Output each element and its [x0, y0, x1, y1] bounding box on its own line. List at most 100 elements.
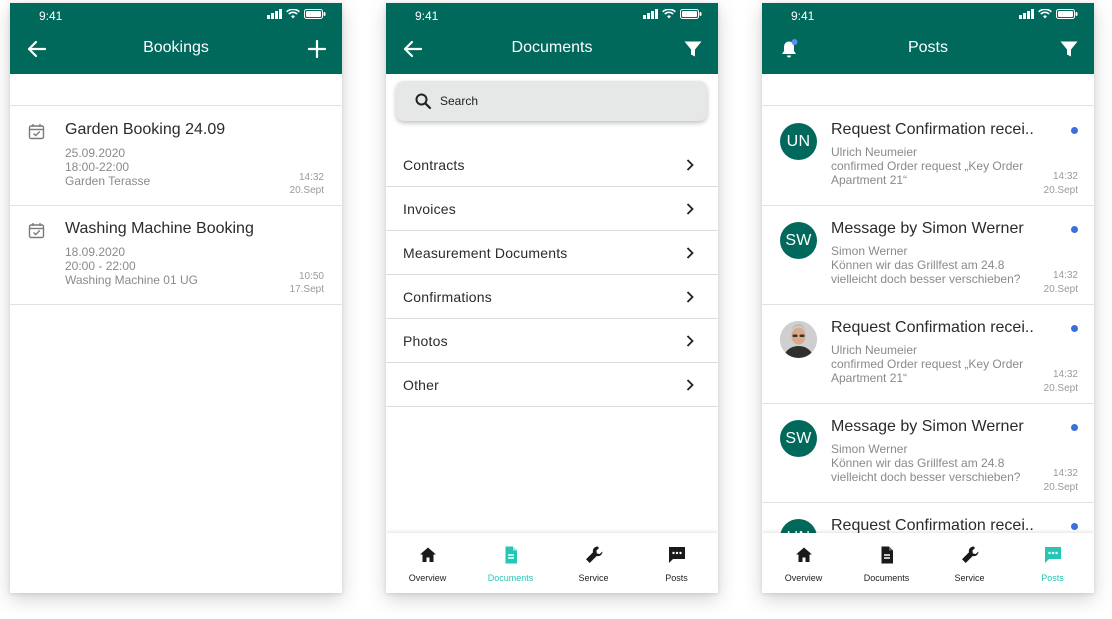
signal-icon: [267, 9, 282, 19]
doc-category-other[interactable]: Other: [386, 363, 718, 407]
filter-icon[interactable]: [682, 38, 704, 60]
booking-title: Garden Booking 24.09: [65, 121, 226, 138]
status-time: 9:41: [39, 9, 63, 23]
status-icons: [1019, 9, 1078, 19]
post-item[interactable]: UN Request Confirmation recei.. Ulrich N…: [762, 107, 1094, 206]
booking-timestamp-day: 17.Sept: [289, 284, 324, 295]
nav-service[interactable]: Service: [928, 533, 1011, 593]
post-title: Request Confirmation recei..: [831, 121, 1034, 138]
doc-category-label: Confirmations: [403, 289, 492, 305]
booking-item[interactable]: Garden Booking 24.09 25.09.2020 18:00-22…: [10, 107, 342, 206]
chevron-right-icon: [686, 247, 694, 259]
booking-timestamp-time: 14:32: [298, 172, 324, 183]
post-preview-line: confirmed Order request „Key Order: [831, 159, 1024, 173]
person-photo-icon: [780, 321, 817, 358]
avatar: UN: [780, 123, 817, 160]
document-icon: [505, 546, 517, 564]
chevron-right-icon: [686, 335, 694, 347]
nav-label: Posts: [1041, 573, 1064, 583]
posts-screen: 9:41 Posts UN Request Confirmation recei…: [762, 3, 1094, 593]
doc-category-invoices[interactable]: Invoices: [386, 187, 718, 231]
nav-label: Overview: [784, 573, 823, 583]
post-author: Simon Werner: [831, 244, 908, 258]
page-title: Documents: [511, 39, 593, 56]
nav-label: Service: [578, 573, 609, 583]
doc-category-confirmations[interactable]: Confirmations: [386, 275, 718, 319]
doc-category-label: Contracts: [403, 157, 465, 173]
nav-label: Overview: [408, 573, 447, 583]
doc-category-label: Measurement Documents: [403, 245, 568, 261]
wrench-icon: [961, 546, 979, 563]
app-header: 9:41 Documents: [386, 3, 718, 74]
wifi-icon: [1038, 9, 1052, 19]
booking-date: 18.09.2020: [65, 245, 126, 259]
filter-icon[interactable]: [1058, 38, 1080, 60]
nav-posts[interactable]: Posts: [635, 533, 718, 593]
wifi-icon: [662, 9, 676, 19]
battery-icon: [680, 9, 702, 19]
bottom-nav: Overview Documents Service Posts: [762, 533, 1094, 593]
unread-dot: [1071, 127, 1078, 134]
list-top-spacer: [762, 74, 1094, 106]
message-icon: [668, 547, 685, 563]
booking-timestamp-day: 20.Sept: [289, 185, 324, 196]
documents-screen: 9:41 Documents Search Contracts Invoices…: [386, 3, 718, 593]
signal-icon: [1019, 9, 1034, 19]
unread-dot: [1071, 226, 1078, 233]
unread-dot: [1071, 523, 1078, 530]
booking-item[interactable]: Washing Machine Booking 18.09.2020 20:00…: [10, 206, 342, 305]
doc-category-label: Invoices: [403, 201, 456, 217]
doc-category-label: Other: [403, 377, 440, 393]
chevron-right-icon: [686, 203, 694, 215]
post-author: Simon Werner: [831, 442, 908, 456]
avatar: SW: [780, 420, 817, 457]
page-title: Bookings: [143, 39, 209, 56]
post-item[interactable]: Request Confirmation recei.. Ulrich Neum…: [762, 305, 1094, 404]
signal-icon: [643, 9, 658, 19]
home-icon: [419, 547, 436, 562]
nav-posts[interactable]: Posts: [1011, 533, 1094, 593]
post-preview-line: vielleicht doch besser verschieben?: [831, 470, 1021, 484]
post-preview-line: vielleicht doch besser verschieben?: [831, 272, 1021, 286]
home-icon: [795, 547, 812, 562]
booking-title: Washing Machine Booking: [65, 220, 254, 237]
doc-category-contracts[interactable]: Contracts: [386, 143, 718, 187]
nav-overview[interactable]: Overview: [762, 533, 845, 593]
post-timestamp-time: 14:32: [1052, 171, 1078, 182]
post-item[interactable]: SW Message by Simon Werner Simon Werner …: [762, 404, 1094, 503]
message-icon: [1044, 547, 1061, 563]
list-top-spacer: [10, 74, 342, 106]
nav-documents[interactable]: Documents: [845, 533, 928, 593]
doc-category-measurement-documents[interactable]: Measurement Documents: [386, 231, 718, 275]
search-placeholder: Search: [440, 94, 479, 108]
chevron-right-icon: [686, 291, 694, 303]
post-preview-line: confirmed Order request „Key Order: [831, 357, 1024, 371]
booking-time-range: 18:00-22:00: [65, 160, 130, 174]
chevron-right-icon: [686, 379, 694, 391]
search-bar[interactable]: Search: [396, 81, 707, 121]
add-icon[interactable]: [306, 38, 328, 60]
nav-service[interactable]: Service: [552, 533, 635, 593]
post-timestamp-day: 20.Sept: [1043, 482, 1078, 493]
nav-overview[interactable]: Overview: [386, 533, 469, 593]
nav-documents[interactable]: Documents: [469, 533, 552, 593]
calendar-check-icon: [28, 223, 45, 239]
avatar-photo: [780, 321, 817, 358]
status-time: 9:41: [791, 9, 815, 23]
booking-location: Garden Terasse: [65, 174, 151, 188]
post-preview-line: Apartment 21“: [831, 371, 908, 385]
battery-icon: [1056, 9, 1078, 19]
avatar: SW: [780, 222, 817, 259]
app-header: 9:41 Posts: [762, 3, 1094, 74]
doc-category-photos[interactable]: Photos: [386, 319, 718, 363]
battery-icon: [304, 9, 326, 19]
booking-date: 25.09.2020: [65, 146, 126, 160]
doc-category-label: Photos: [403, 333, 448, 349]
booking-timestamp-time: 10:50: [298, 271, 324, 282]
post-item[interactable]: SW Message by Simon Werner Simon Werner …: [762, 206, 1094, 305]
post-timestamp-time: 14:32: [1052, 270, 1078, 281]
unread-dot: [1071, 325, 1078, 332]
post-title: Message by Simon Werner: [831, 418, 1024, 435]
status-icons: [643, 9, 702, 19]
nav-label: Posts: [665, 573, 688, 583]
